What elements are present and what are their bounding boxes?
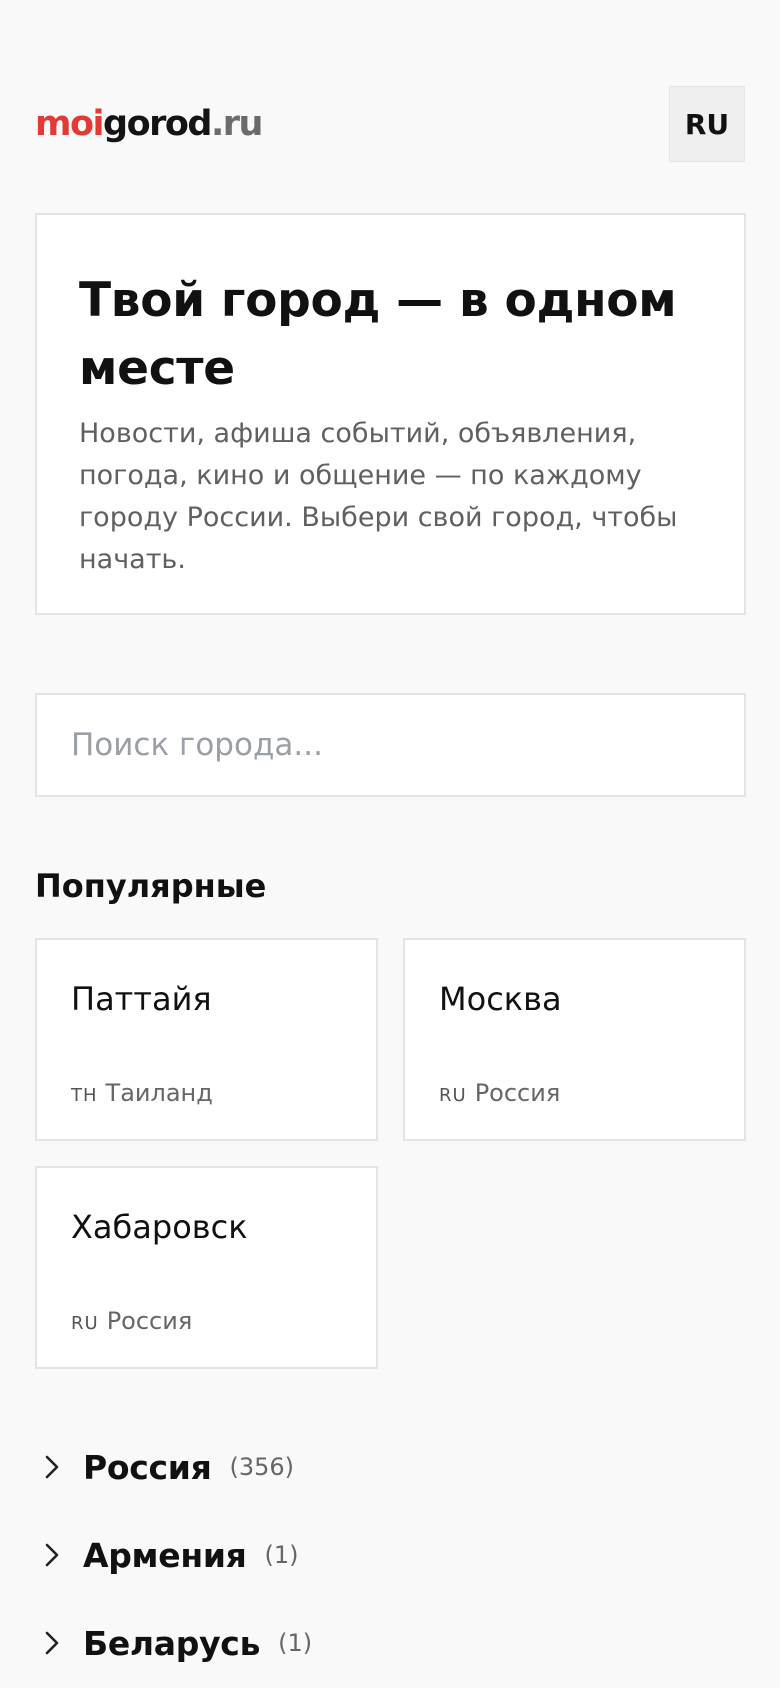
country-name: Россия [106, 1307, 193, 1335]
city-name: Москва [439, 980, 562, 1018]
country-name: Таиланд [105, 1079, 213, 1107]
chevron-right-icon [35, 1538, 69, 1572]
city-country: RU Россия [439, 1078, 560, 1111]
city-country: TH Таиланд [71, 1078, 213, 1111]
city-search-box [35, 693, 746, 797]
logo-part-gorod: gorod [103, 104, 212, 144]
country-name: Армения [83, 1535, 247, 1575]
chevron-right-icon [35, 1626, 69, 1660]
hero-card: Твой город — в одном месте Новости, афиш… [35, 213, 746, 615]
logo-part-domain: .ru [210, 104, 263, 144]
site-logo[interactable]: moigorod.ru [35, 104, 263, 144]
city-name: Хабаровск [71, 1208, 248, 1246]
header: moigorod.ru RU [35, 86, 745, 162]
chevron-right-icon [35, 1450, 69, 1484]
country-city-count: (1) [278, 1629, 313, 1657]
country-row-russia[interactable]: Россия (356) [35, 1437, 635, 1497]
city-card-moscow[interactable]: Москва RU Россия [403, 938, 746, 1141]
city-name: Паттайя [71, 980, 212, 1018]
country-code: TH [71, 1085, 98, 1106]
country-row-belarus[interactable]: Беларусь (1) [35, 1613, 635, 1673]
country-code: RU [71, 1313, 99, 1334]
logo-part-moi: moi [35, 104, 105, 144]
city-country: RU Россия [71, 1306, 192, 1339]
country-name: Беларусь [83, 1623, 261, 1663]
hero-title: Твой город — в одном месте [79, 273, 677, 396]
country-name: Россия [474, 1079, 561, 1107]
city-card-khabarovsk[interactable]: Хабаровск RU Россия [35, 1166, 378, 1369]
city-card-pattaya[interactable]: Паттайя TH Таиланд [35, 938, 378, 1141]
popular-section-title: Популярные [35, 867, 267, 905]
city-search-input[interactable] [37, 695, 744, 795]
country-city-count: (1) [264, 1541, 299, 1569]
country-name: Россия [83, 1447, 212, 1487]
country-row-armenia[interactable]: Армения (1) [35, 1525, 635, 1585]
language-button[interactable]: RU [669, 86, 745, 162]
country-code: RU [439, 1085, 467, 1106]
hero-description: Новости, афиша событий, объявления, пого… [79, 418, 678, 575]
country-city-count: (356) [229, 1453, 295, 1481]
